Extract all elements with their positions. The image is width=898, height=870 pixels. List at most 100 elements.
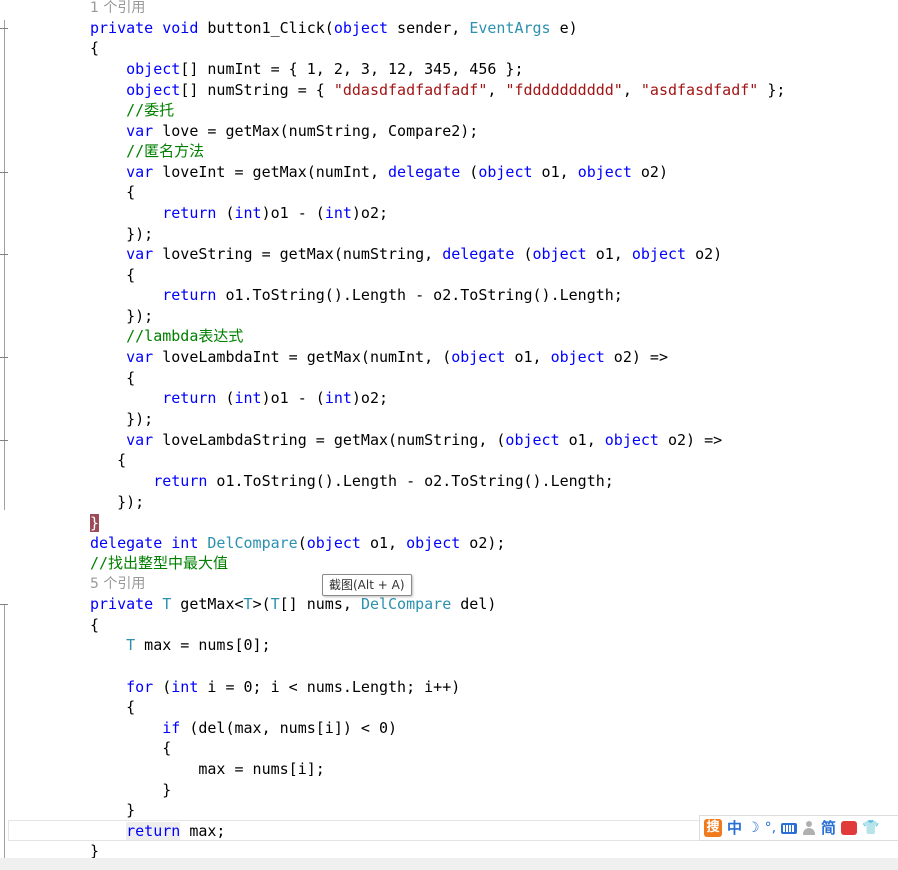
type-token: DelCompare [360, 595, 452, 613]
code-line[interactable]: return (int)o1 - (int)o2; [90, 203, 388, 223]
code-line[interactable]: } [90, 513, 100, 533]
code-line[interactable]: } [90, 800, 135, 820]
collapse-toggle-icon[interactable] [0, 28, 8, 29]
punctuation-icon[interactable]: °, [765, 818, 776, 838]
code-token: }); [90, 307, 154, 325]
code-line[interactable]: return (int)o1 - (int)o2; [90, 388, 388, 408]
code-token: [] numString = { [180, 81, 334, 99]
collapse-toggle-icon[interactable] [0, 604, 8, 605]
ime-language-toggle[interactable]: 中 [727, 818, 742, 838]
collapse-toggle-icon[interactable] [0, 254, 8, 255]
code-token: loveInt = getMax(numInt, [153, 163, 389, 181]
code-line[interactable]: var loveLambdaInt = getMax(numInt, (obje… [90, 347, 668, 367]
code-token: ( [216, 204, 235, 222]
code-line[interactable]: object[] numInt = { 1, 2, 3, 12, 345, 45… [90, 59, 523, 79]
type-token: EventArgs [469, 19, 551, 37]
ime-toolbar[interactable]: 搜 中 ☽ °, 简 👕 [699, 815, 898, 841]
code-token: )o2; [351, 204, 389, 222]
code-line[interactable]: { [90, 450, 126, 470]
code-line[interactable]: //匿名方法 [90, 141, 204, 161]
keyword-token: delegate [442, 245, 515, 263]
keyword-token: object [550, 348, 605, 366]
code-line[interactable]: { [90, 738, 171, 758]
code-line[interactable]: //委托 [90, 100, 174, 120]
collapse-toggle-icon[interactable] [0, 172, 8, 173]
code-token: sender, [388, 19, 470, 37]
code-token: }; [758, 81, 786, 99]
keyword-token: if [162, 719, 181, 737]
code-token: loveString = getMax(numString, [153, 245, 443, 263]
collapse-toggle-icon[interactable] [0, 440, 8, 441]
code-token: getMax< [171, 595, 244, 613]
code-token: ( [153, 678, 172, 696]
code-line[interactable]: T max = nums[0]; [90, 635, 271, 655]
code-line[interactable]: for (int i = 0; i < nums.Length; i++) [90, 677, 460, 697]
keyword-token: for [126, 678, 154, 696]
code-token: { [90, 616, 100, 634]
code-line[interactable]: { [90, 265, 135, 285]
code-token: >( [252, 595, 271, 613]
code-line[interactable]: if (del(max, nums[i]) < 0) [90, 718, 397, 738]
code-line[interactable]: var love = getMax(numString, Compare2); [90, 121, 478, 141]
code-line[interactable]: { [90, 615, 99, 635]
keyword-token: object [451, 348, 506, 366]
code-token: i = 0; i < nums.Length; i++) [198, 678, 461, 696]
code-line[interactable]: object[] numString = { "ddasdfadfadfadf"… [90, 80, 785, 100]
keyword-token: int [234, 389, 262, 407]
keyboard-icon[interactable] [781, 822, 798, 834]
keyword-token: delegate [90, 534, 163, 552]
skin-icon[interactable] [841, 821, 858, 835]
code-line[interactable]: { [90, 38, 99, 58]
code-line[interactable]: private T getMax<T>(T[] nums, DelCompare… [90, 594, 496, 614]
codelens-references[interactable]: 1 个引用 [90, 0, 145, 18]
code-token: } [90, 801, 136, 819]
code-line[interactable]: { [90, 697, 135, 717]
code-token: o1, [360, 534, 407, 552]
code-line[interactable]: return max; [90, 821, 225, 841]
code-token: o1, [505, 348, 551, 366]
half-width-moon-icon[interactable]: ☽ [747, 818, 760, 838]
code-line[interactable]: }); [90, 224, 153, 244]
code-line[interactable]: }); [90, 492, 144, 512]
code-line[interactable]: delegate int DelCompare(object o1, objec… [90, 533, 505, 553]
user-icon[interactable] [802, 820, 816, 836]
code-line[interactable]: var loveString = getMax(numString, deleg… [90, 244, 722, 264]
code-line[interactable]: var loveInt = getMax(numInt, delegate (o… [90, 162, 668, 182]
code-editor[interactable]: 1 个引用 private void button1_Click(object … [0, 0, 898, 870]
ime-simplified-toggle[interactable]: 简 [821, 818, 836, 838]
code-line[interactable]: { [90, 182, 135, 202]
code-line[interactable]: var loveLambdaString = getMax(numString,… [90, 430, 722, 450]
sogou-logo-icon[interactable]: 搜 [704, 819, 722, 837]
code-token: [] nums, [279, 595, 361, 613]
code-line[interactable]: private void button1_Click(object sender… [90, 18, 578, 38]
shirt-icon[interactable]: 👕 [862, 818, 879, 838]
collapse-toggle-icon[interactable] [0, 357, 8, 358]
code-token: }); [90, 493, 145, 511]
code-line[interactable]: }); [90, 409, 153, 429]
code-line[interactable]: //找出整型中最大值 [90, 553, 228, 573]
code-line[interactable]: return o1.ToString().Length - o2.ToStrin… [90, 285, 623, 305]
code-line[interactable]: max = nums[i]; [90, 759, 324, 779]
keyword-token: private [90, 19, 154, 37]
outline-gutter [0, 0, 10, 858]
code-line[interactable]: { [90, 368, 135, 388]
code-line[interactable]: } [90, 780, 171, 800]
code-line[interactable]: //lambda表达式 [90, 326, 243, 346]
keyword-token: object [306, 534, 361, 552]
horizontal-scrollbar[interactable] [0, 858, 898, 870]
code-line[interactable]: }); [90, 306, 153, 326]
string-token: "ddasdfadfadfadf" [333, 81, 488, 99]
code-token: { [90, 739, 172, 757]
code-token: love = getMax(numString, Compare2); [153, 122, 479, 140]
code-token: { [90, 698, 136, 716]
code-token: o2) => [604, 348, 668, 366]
codelens-references[interactable]: 5 个引用 [90, 574, 145, 594]
code-token: )o1 - ( [261, 204, 325, 222]
outline-bar-method-1 [4, 20, 5, 510]
code-line[interactable]: return o1.ToString().Length - o2.ToStrin… [90, 471, 614, 491]
